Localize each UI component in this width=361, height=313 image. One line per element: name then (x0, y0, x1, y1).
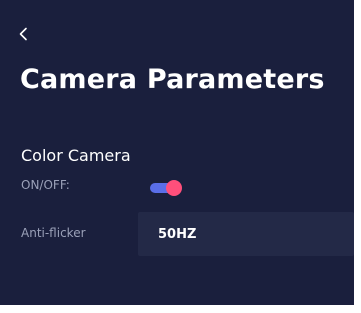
color-camera-toggle[interactable] (150, 180, 182, 196)
camera-parameters-screen: Camera Parameters Color Camera ON/OFF: A… (0, 0, 354, 305)
anti-flicker-label: Anti-flicker (21, 226, 86, 240)
anti-flicker-value: 50HZ (158, 226, 197, 242)
page-title: Camera Parameters (20, 64, 325, 95)
toggle-knob (166, 180, 182, 196)
chevron-left-icon (18, 27, 28, 41)
onoff-label: ON/OFF: (21, 178, 70, 192)
anti-flicker-select[interactable]: 50HZ (138, 212, 354, 256)
color-camera-section-title: Color Camera (21, 146, 131, 165)
back-button[interactable] (18, 20, 46, 48)
